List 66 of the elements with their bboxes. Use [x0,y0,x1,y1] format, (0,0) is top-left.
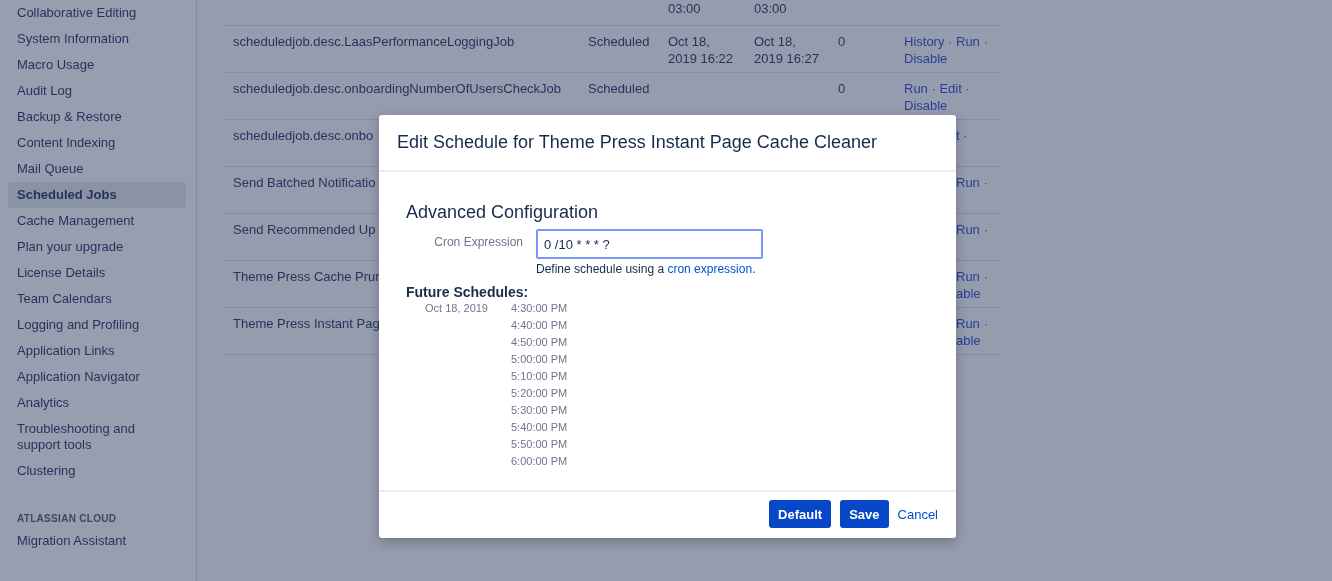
job-name: Send Recommended Up [232,221,377,238]
next-run-time: Oct 18, 2019 16:22 [667,33,735,67]
sidebar-item[interactable]: Content Indexing [8,130,186,156]
job-name: Send Batched Notificatio [232,174,377,191]
schedule-time: 5:00:00 PM [511,352,568,367]
sidebar-item[interactable]: Macro Usage [8,52,186,78]
sidebar-item[interactable]: System Information [8,26,186,52]
action-links[interactable]: Disable [904,97,1002,114]
schedules-title: Future Schedules: [406,284,530,300]
run-count: 0 [837,33,847,50]
sidebar-item[interactable]: Clustering [8,458,186,484]
action-links[interactable]: Run · [956,268,1002,285]
sidebar-item[interactable]: Mail Queue [8,156,186,182]
sidebar-item[interactable]: Logging and Profiling [8,312,186,338]
action-links[interactable]: Run · [956,315,1002,332]
job-status: Scheduled [587,33,651,50]
schedule-time: 5:10:00 PM [511,369,568,384]
action-links[interactable]: able [956,285,1002,302]
sidebar-item[interactable]: Application Links [8,338,186,364]
job-name: scheduledjob.desc.LaasPerformanceLoggingJob [232,33,516,50]
field-label: Cron Expression [433,234,523,249]
sidebar-item[interactable]: Backup & Restore [8,104,186,130]
next-run-time: 03:00 [667,0,702,17]
action-links[interactable]: Run · Edit · [904,80,1002,97]
schedule-time: 6:00:00 PM [511,454,568,469]
sidebar-item[interactable]: Collaborative Editing [8,0,186,26]
sidebar-item[interactable]: Scheduled Jobs [8,182,186,208]
sidebar-item[interactable]: Migration Assistant [8,528,186,554]
schedule-time: 4:30:00 PM [511,301,568,316]
schedule-date: Oct 18, 2019 [425,301,489,316]
last-run-time: Oct 18, 2019 16:27 [753,33,821,67]
schedule-time: 5:50:00 PM [511,437,568,452]
schedule-time: 5:30:00 PM [511,403,568,418]
sidebar-item[interactable]: Cache Management [8,208,186,234]
section-title: Advanced Configuration [406,202,600,223]
job-name: scheduledjob.desc.onbo [232,127,375,144]
cancel-link[interactable]: Cancel [897,506,938,522]
dialog-title: Edit Schedule for Theme Press Instant Page Cache Cleaner [397,132,877,153]
action-links[interactable]: Run · [956,221,1002,238]
dialog-button[interactable]: Save [840,500,889,528]
action-links[interactable]: History · Run · [904,33,1002,50]
dialog-button[interactable]: Default [769,500,832,528]
schedule-time: 5:40:00 PM [511,420,568,435]
action-links[interactable]: Disable [904,50,1002,67]
job-status: Scheduled [587,80,651,97]
job-name: Theme Press Instant Pag [232,315,381,332]
last-run-time: 03:00 [753,0,788,17]
schedule-time: 4:50:00 PM [511,335,568,350]
sidebar-item[interactable]: Troubleshooting and support tools [8,416,186,458]
sidebar-item[interactable]: Application Navigator [8,364,186,390]
run-count: 0 [837,80,847,97]
sidebar-item[interactable]: Analytics [8,390,186,416]
help-text: Define schedule using a cron expression. [536,262,757,276]
sidebar-item[interactable]: License Details [8,260,186,286]
action-links[interactable]: able [956,332,1002,349]
schedule-time: 5:20:00 PM [511,386,568,401]
section-heading: ATLASSIAN CLOUD [16,512,118,526]
job-name: Theme Press Cache Prur [232,268,381,285]
action-links[interactable]: Run · [956,174,1002,191]
sidebar-item[interactable]: Team Calendars [8,286,186,312]
sidebar-item[interactable]: Audit Log [8,78,186,104]
sidebar-item[interactable]: Plan your upgrade [8,234,186,260]
schedule-time: 4:40:00 PM [511,318,568,333]
job-name: scheduledjob.desc.onboardingNumberOfUsersCheckJob [232,80,563,97]
action-links[interactable]: t · [956,127,1002,144]
cron-input-field[interactable]: 0 /10 * * * ? [536,229,763,259]
